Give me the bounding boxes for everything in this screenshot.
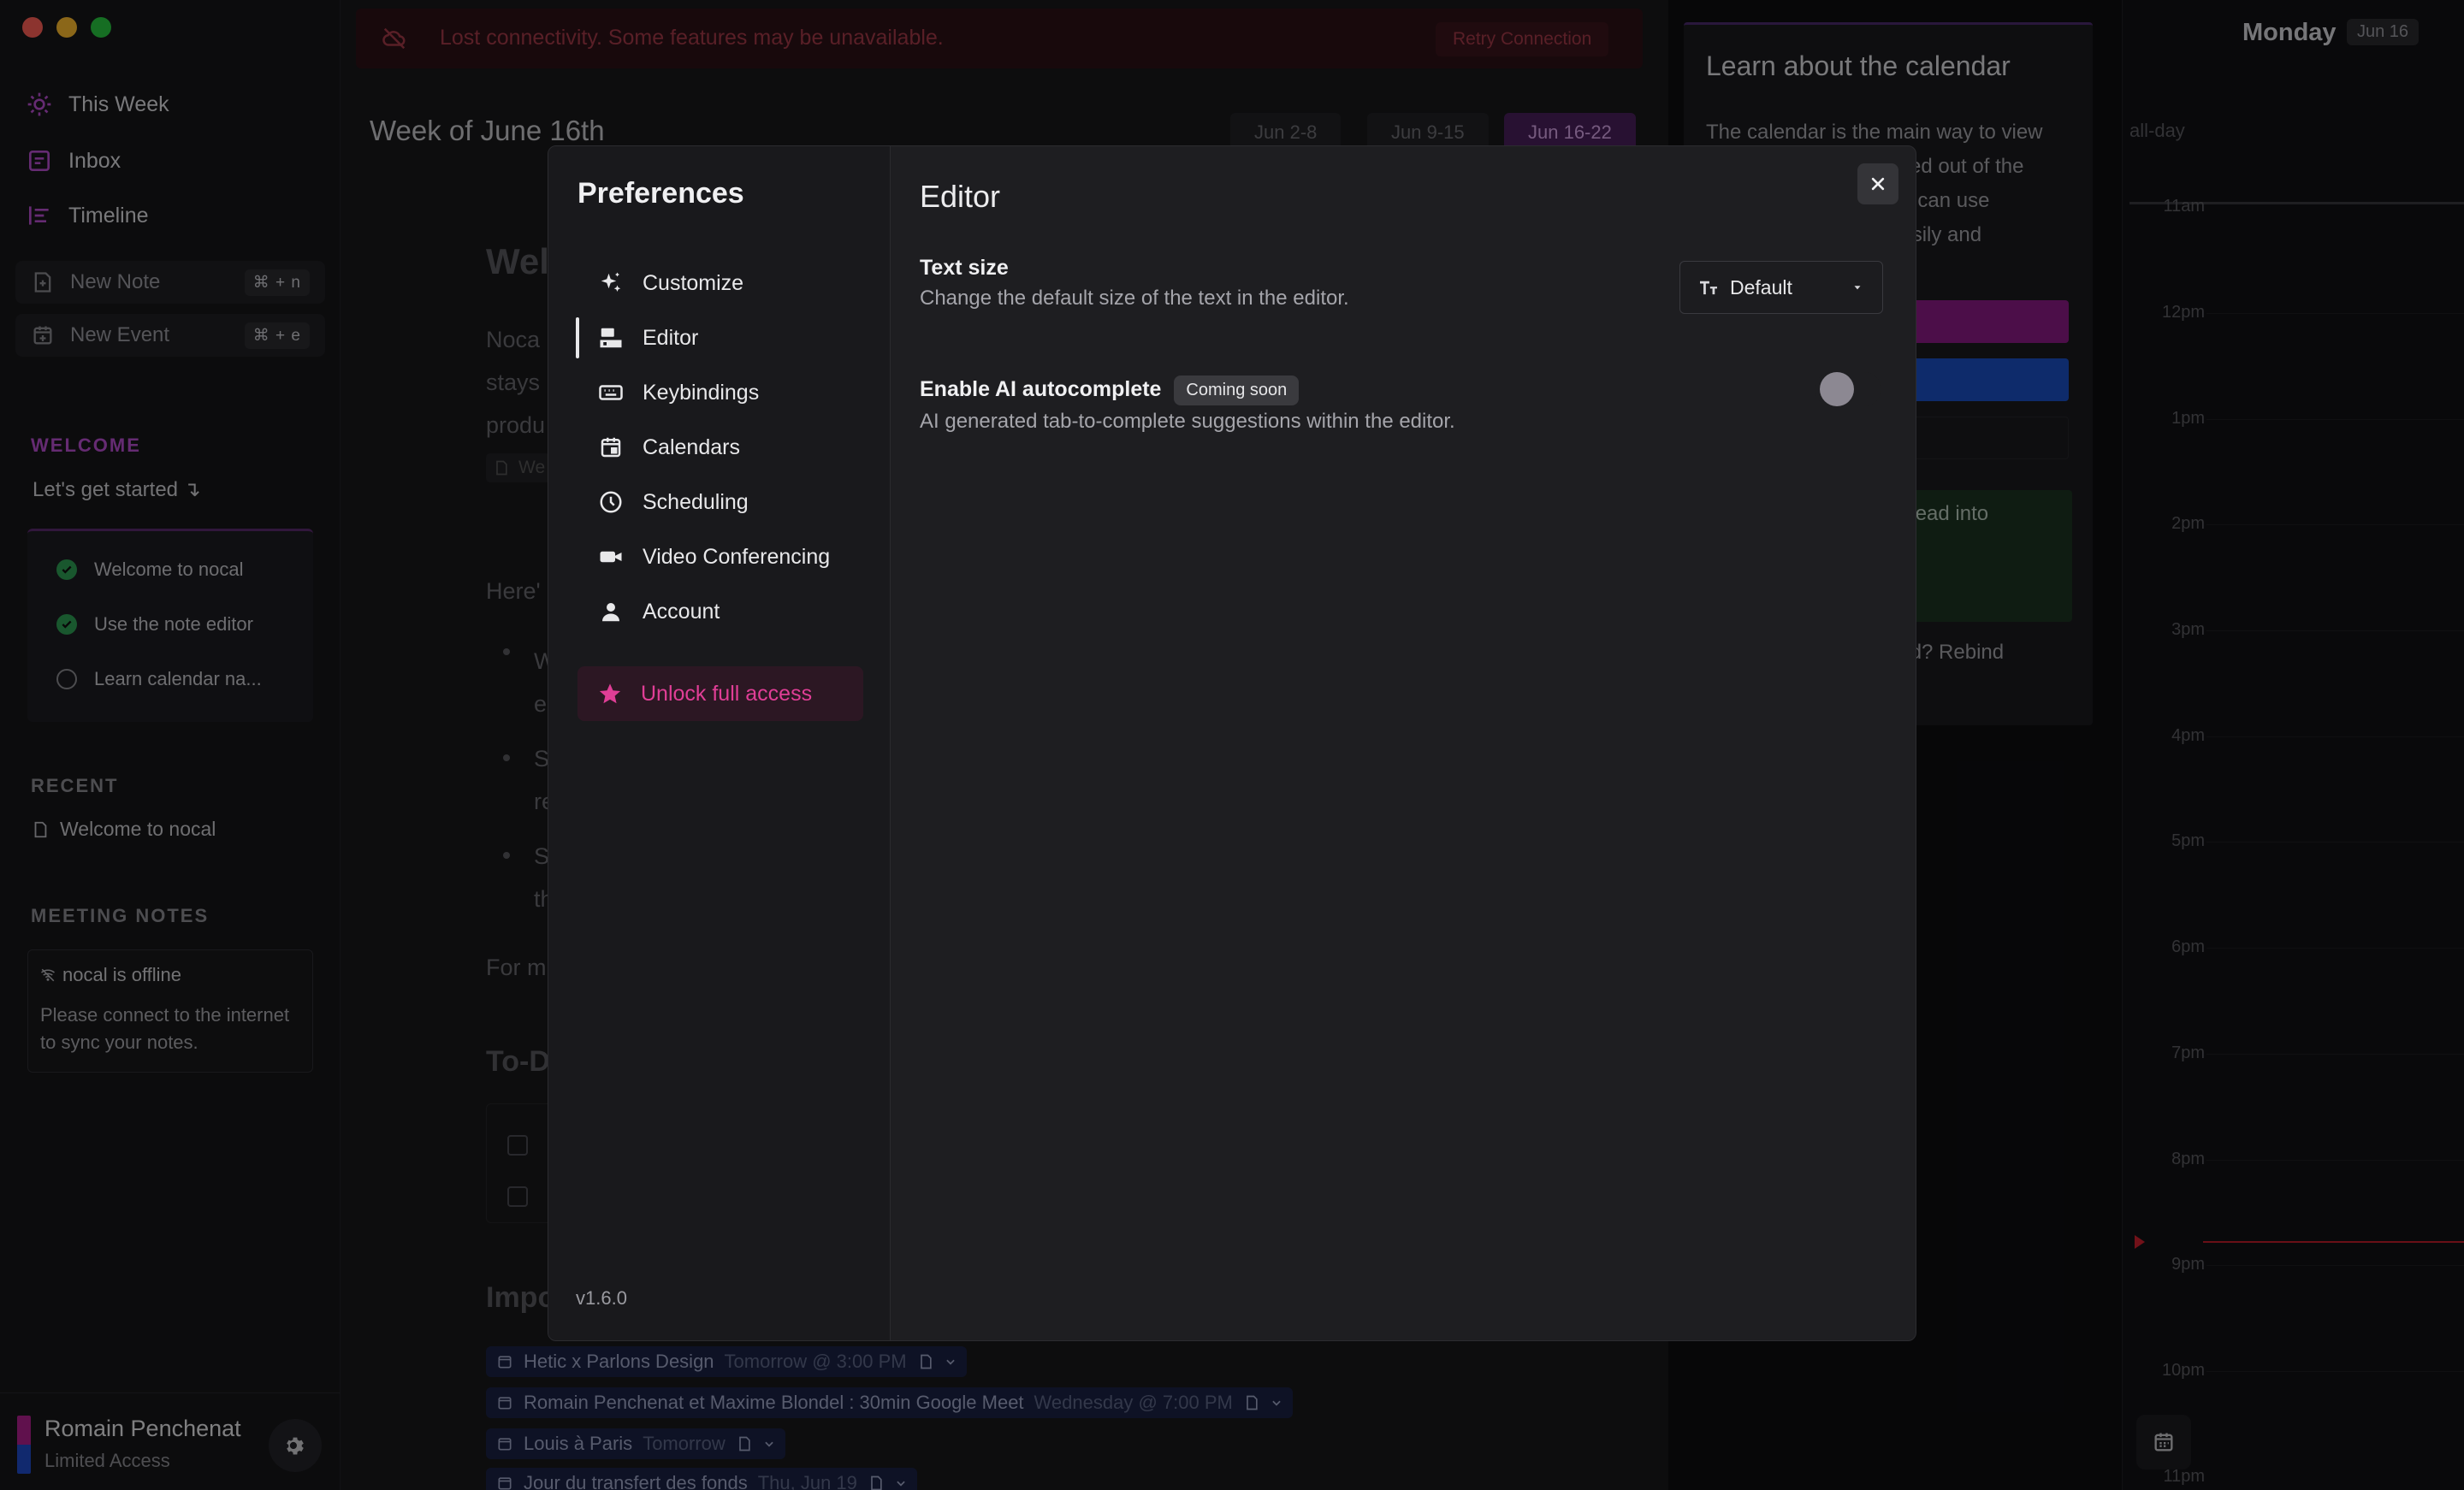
sparkles-icon <box>601 272 621 292</box>
pref-nav-label: Calendars <box>643 435 740 459</box>
pref-nav-customize[interactable]: Customize <box>578 257 863 309</box>
editor-icon <box>600 328 622 348</box>
pref-nav-label: Editor <box>643 325 699 350</box>
toggle-knob <box>1820 372 1854 406</box>
user-icon <box>602 603 619 622</box>
text-size-title: Text size <box>920 256 1009 280</box>
star-icon <box>599 683 621 704</box>
pref-nav-label: Keybindings <box>643 380 760 405</box>
pref-nav-scheduling[interactable]: Scheduling <box>578 476 863 528</box>
close-icon <box>1871 177 1885 191</box>
video-icon <box>600 551 622 563</box>
text-size-select[interactable]: Default <box>1679 261 1883 314</box>
unlock-label: Unlock full access <box>641 681 813 706</box>
pref-nav-video-conferencing[interactable]: Video Conferencing <box>578 531 863 582</box>
preferences-modal: Preferences Customize Editor Keybindings… <box>548 145 1916 1341</box>
pref-nav-keybindings[interactable]: Keybindings <box>578 367 863 418</box>
calendar-icon <box>601 437 621 458</box>
ai-autocomplete-label: Enable AI autocomplete <box>920 377 1162 402</box>
text-size-description: Change the default size of the text in t… <box>920 287 1349 310</box>
close-button[interactable] <box>1857 163 1898 204</box>
text-size-icon <box>1700 281 1717 295</box>
ai-autocomplete-toggle[interactable] <box>1815 372 1881 406</box>
pref-nav-account[interactable]: Account <box>578 586 863 637</box>
clock-icon <box>600 491 622 513</box>
app-version: v1.6.0 <box>576 1287 627 1309</box>
pref-nav-editor[interactable]: Editor <box>576 312 863 364</box>
text-size-value: Default <box>1730 275 1792 299</box>
pref-nav-label: Video Conferencing <box>643 544 831 569</box>
pref-nav-calendars[interactable]: Calendars <box>578 422 863 473</box>
unlock-full-access-button[interactable]: Unlock full access <box>578 666 863 721</box>
coming-soon-badge: Coming soon <box>1174 375 1300 405</box>
chevron-down-icon <box>1854 286 1861 290</box>
ai-autocomplete-title: Enable AI autocomplete Coming soon <box>920 375 1300 405</box>
preferences-title: Preferences <box>578 177 744 210</box>
section-title: Editor <box>920 179 1001 214</box>
preferences-nav: Preferences Customize Editor Keybindings… <box>548 146 891 1340</box>
pref-nav-label: Account <box>643 599 720 624</box>
pref-nav-label: Scheduling <box>643 489 749 514</box>
pref-nav-label: Customize <box>643 270 744 295</box>
keyboard-icon <box>599 385 623 400</box>
preferences-content: Editor Text size Change the default size… <box>891 146 1916 1340</box>
ai-autocomplete-description: AI generated tab-to-complete suggestions… <box>920 410 1455 433</box>
